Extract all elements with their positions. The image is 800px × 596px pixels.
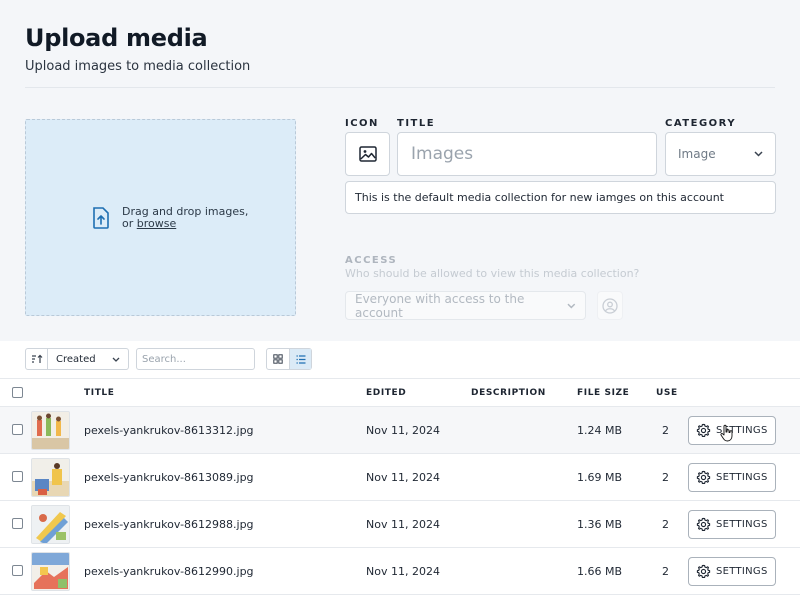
user-circle-icon	[602, 297, 618, 314]
pointer-cursor-icon	[720, 424, 733, 442]
category-value: Image	[678, 147, 716, 161]
row-checkbox[interactable]	[12, 565, 23, 576]
settings-button[interactable]: SETTINGS	[688, 557, 776, 586]
icon-picker-button[interactable]	[345, 132, 390, 176]
table-row[interactable]: pexels-yankrukov-8613312.jpg Nov 11, 202…	[0, 407, 800, 454]
list-toolbar: Created Search...	[25, 348, 312, 370]
access-help-text: Who should be allowed to view this media…	[345, 267, 640, 280]
access-label: ACCESS	[345, 255, 398, 266]
sort-direction-button[interactable]	[26, 349, 48, 369]
access-user-button[interactable]	[597, 291, 623, 320]
row-title: pexels-yankrukov-8612988.jpg	[84, 518, 254, 531]
column-edited[interactable]: EDITED	[366, 388, 406, 398]
settings-button[interactable]: SETTINGS	[688, 510, 776, 539]
table-row[interactable]: pexels-yankrukov-8613089.jpg Nov 11, 202…	[0, 454, 800, 501]
title-placeholder: Images	[411, 144, 474, 164]
row-use: 2	[662, 518, 669, 531]
column-description[interactable]: DESCRIPTION	[471, 388, 546, 398]
row-file-size: 1.69 MB	[577, 471, 623, 484]
access-select[interactable]: Everyone with access to the account	[345, 291, 586, 320]
table-header: TITLE EDITED DESCRIPTION FILE SIZE USE	[0, 378, 800, 407]
settings-label: SETTINGS	[716, 472, 768, 483]
upload-dropzone[interactable]: Drag and drop images, or browse	[25, 119, 296, 316]
search-input[interactable]: Search...	[136, 348, 255, 370]
view-toggle	[266, 348, 312, 370]
browse-link[interactable]: browse	[137, 217, 177, 230]
icon-label: ICON	[345, 118, 379, 129]
row-checkbox[interactable]	[12, 471, 23, 482]
row-checkbox[interactable]	[12, 424, 23, 435]
row-edited: Nov 11, 2024	[366, 518, 440, 531]
image-icon	[358, 146, 377, 162]
image-thumbnail	[31, 411, 70, 450]
category-label: CATEGORY	[665, 118, 737, 129]
row-edited: Nov 11, 2024	[366, 471, 440, 484]
upload-file-icon	[93, 207, 109, 229]
row-title: pexels-yankrukov-8612990.jpg	[84, 565, 254, 578]
table-row[interactable]: pexels-yankrukov-8612988.jpg Nov 11, 202…	[0, 501, 800, 548]
title-label: TITLE	[397, 118, 436, 129]
access-value: Everyone with access to the account	[355, 291, 525, 320]
row-file-size: 1.24 MB	[577, 424, 623, 437]
header-divider	[25, 87, 775, 88]
row-use: 2	[662, 424, 669, 437]
sort-value: Created	[56, 353, 96, 365]
search-placeholder: Search...	[142, 353, 186, 365]
title-input[interactable]: Images	[397, 132, 657, 176]
sort-select[interactable]: Created	[48, 349, 128, 369]
page-title: Upload media	[25, 24, 208, 52]
list-view-button[interactable]	[289, 349, 311, 369]
row-file-size: 1.66 MB	[577, 565, 623, 578]
image-thumbnail	[31, 458, 70, 497]
sort-ascending-icon	[31, 354, 42, 363]
grid-view-icon	[273, 354, 283, 364]
column-title[interactable]: TITLE	[84, 388, 115, 398]
row-use: 2	[662, 471, 669, 484]
column-use[interactable]: USE	[656, 388, 678, 398]
row-edited: Nov 11, 2024	[366, 424, 440, 437]
category-select[interactable]: Image	[665, 132, 776, 176]
image-thumbnail	[31, 552, 70, 591]
row-edited: Nov 11, 2024	[366, 565, 440, 578]
dropzone-or-text: or	[122, 217, 137, 230]
list-view-icon	[296, 354, 305, 364]
row-title: pexels-yankrukov-8613312.jpg	[84, 424, 254, 437]
gear-icon	[696, 564, 711, 578]
gear-icon	[696, 470, 711, 484]
chevron-down-icon	[567, 303, 576, 308]
gear-icon	[696, 423, 711, 437]
chevron-down-icon	[112, 357, 120, 362]
description-value: This is the default media collection for…	[355, 191, 724, 204]
row-file-size: 1.36 MB	[577, 518, 623, 531]
column-file-size[interactable]: FILE SIZE	[577, 388, 629, 398]
image-thumbnail	[31, 505, 70, 544]
grid-view-button[interactable]	[267, 349, 289, 369]
gear-icon	[696, 517, 711, 531]
sort-control: Created	[25, 348, 129, 370]
page-subtitle: Upload images to media collection	[25, 59, 251, 74]
row-use: 2	[662, 565, 669, 578]
settings-label: SETTINGS	[716, 519, 768, 530]
table-row[interactable]: pexels-yankrukov-8612990.jpg Nov 11, 202…	[0, 548, 800, 595]
settings-button[interactable]: SETTINGS	[688, 463, 776, 492]
settings-label: SETTINGS	[716, 566, 768, 577]
select-all-checkbox[interactable]	[12, 387, 23, 398]
row-checkbox[interactable]	[12, 518, 23, 529]
description-field[interactable]: This is the default media collection for…	[345, 181, 776, 214]
chevron-down-icon	[754, 151, 763, 157]
row-title: pexels-yankrukov-8613089.jpg	[84, 471, 254, 484]
